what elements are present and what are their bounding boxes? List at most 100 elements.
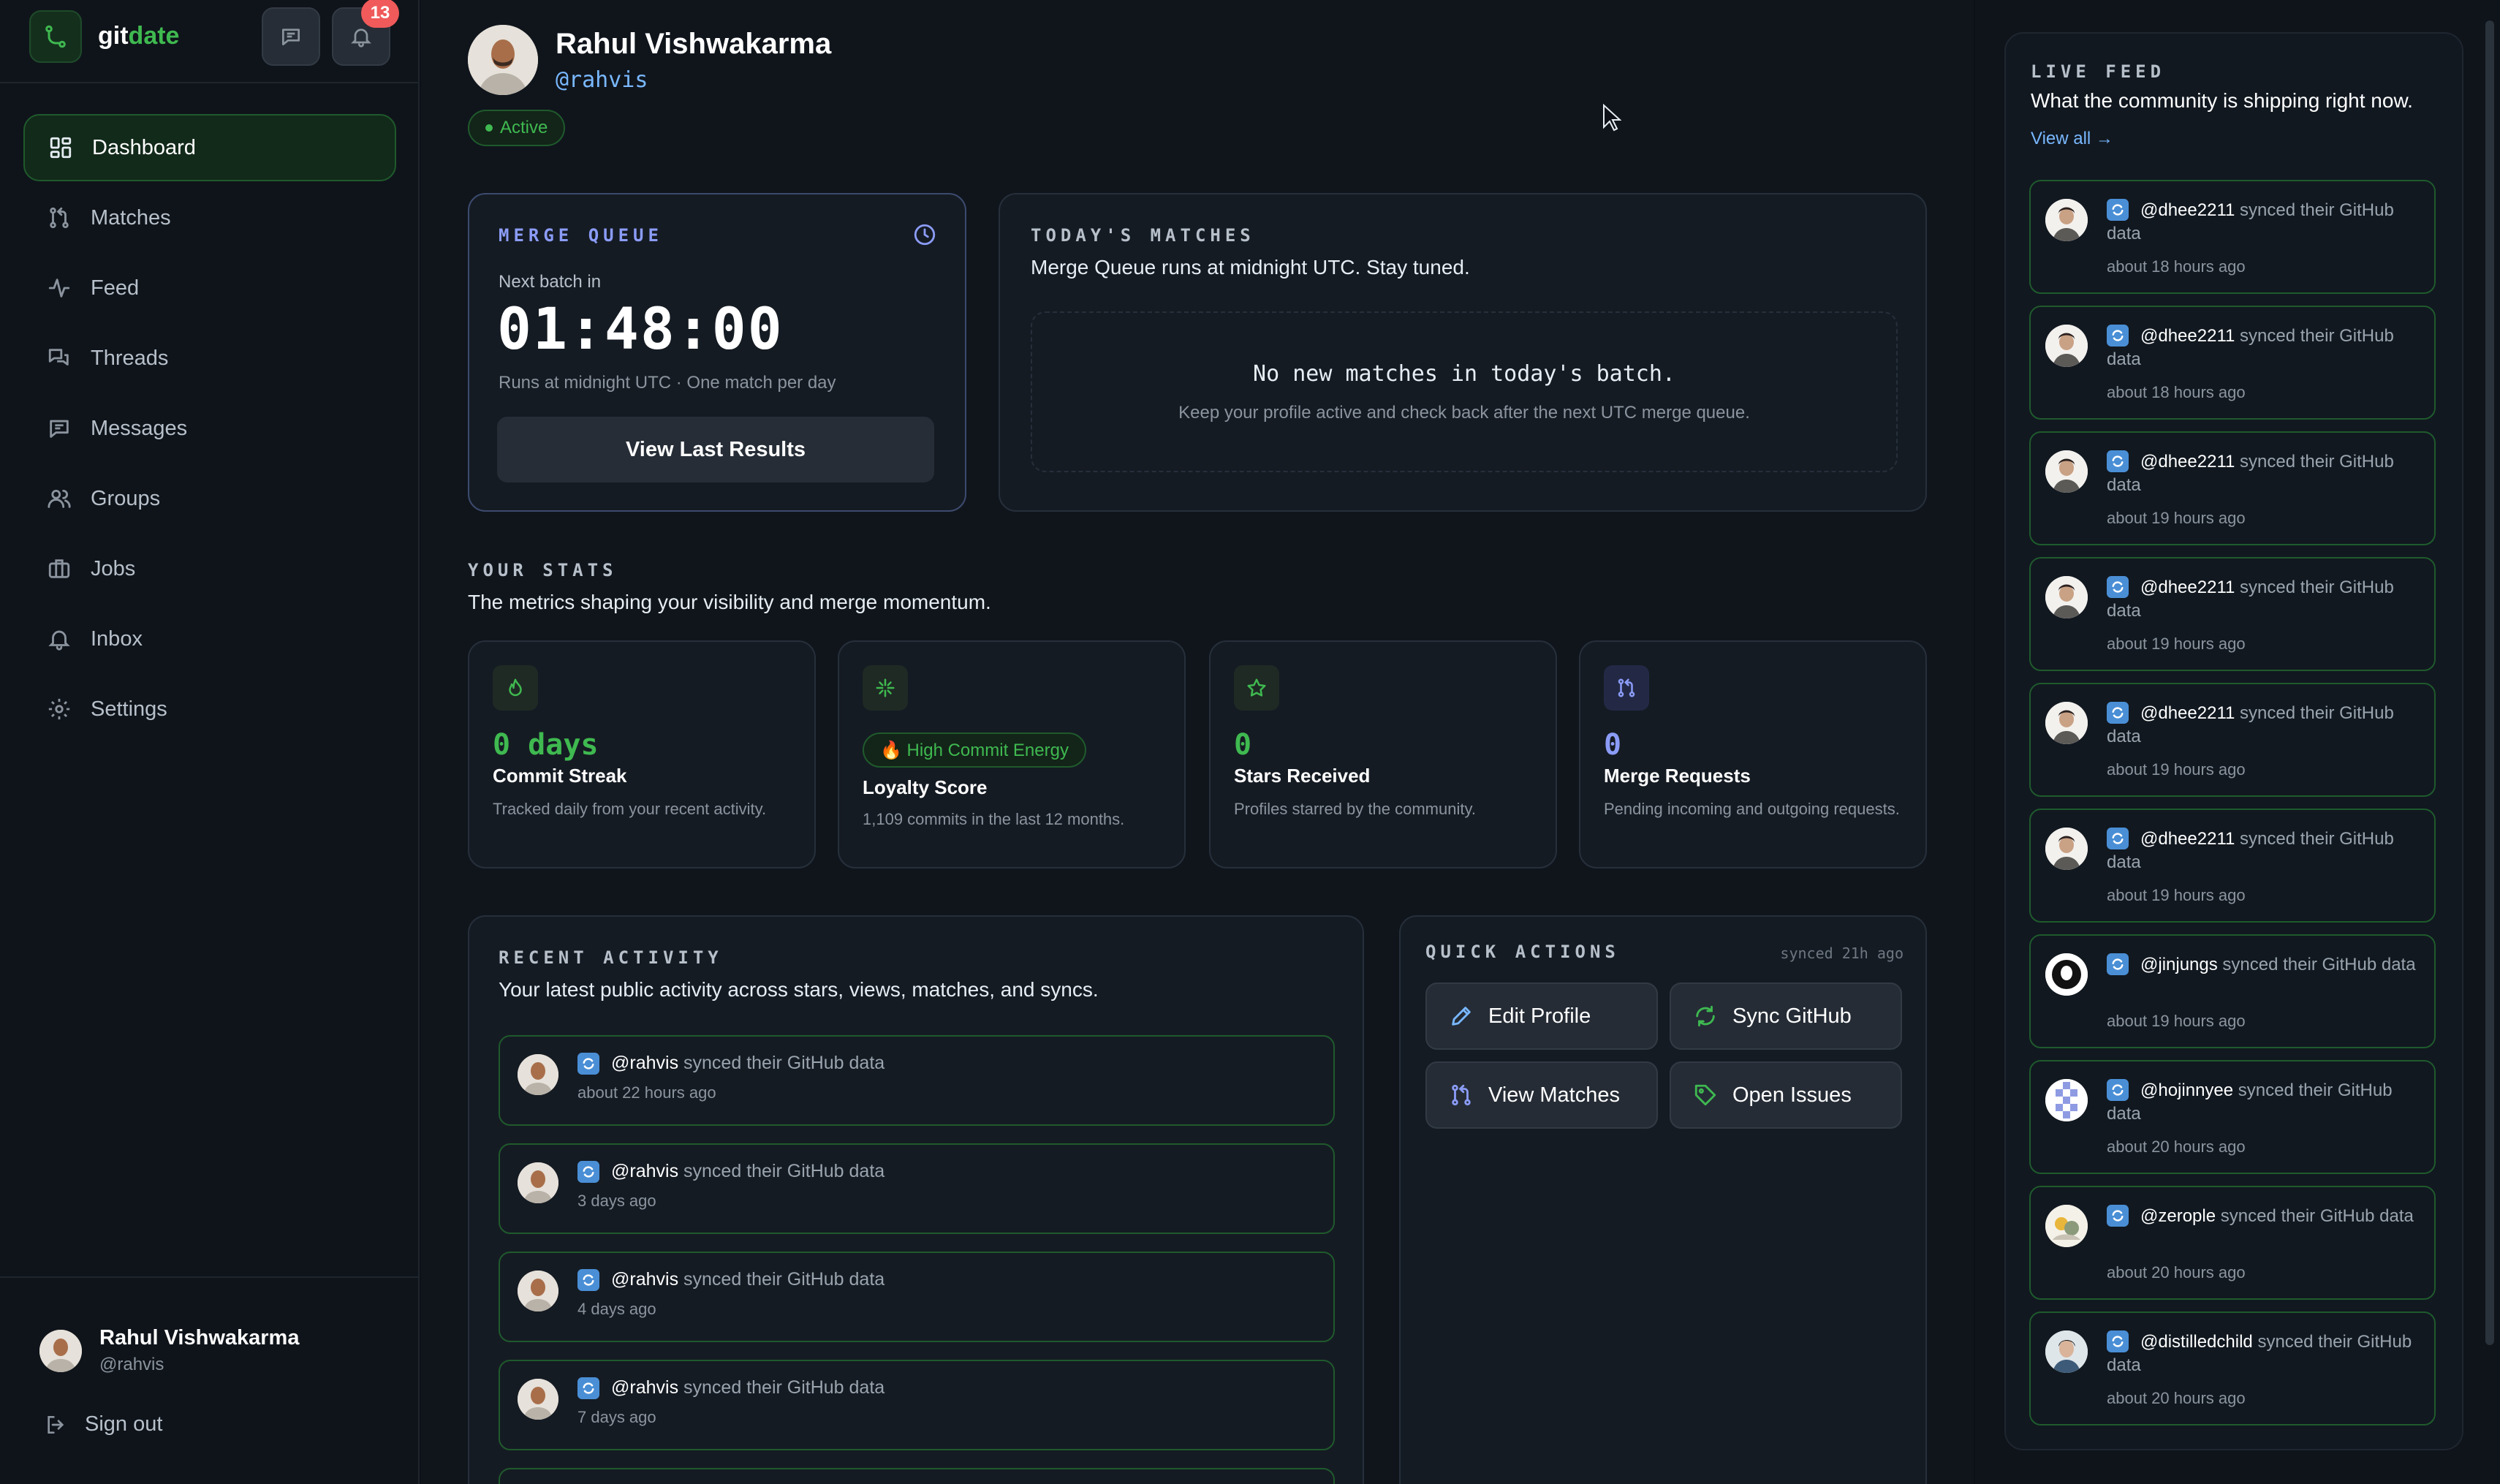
feed-action: synced their GitHub data [2220,1206,2414,1226]
logo-icon[interactable] [29,10,82,63]
avatar[interactable] [468,25,538,95]
activity-text: @rahvis synced their GitHub data [611,1269,885,1290]
feed-time: about 20 hours ago [2107,1137,2246,1156]
merge-icon [1452,1084,1471,1106]
sidebar-item-dashboard[interactable]: Dashboard [23,114,396,181]
edit-profile-button[interactable]: Edit Profile [1425,983,1658,1050]
flame-icon [493,665,538,711]
feed-item-text: @distilledchild synced their GitHub data [2107,1330,2428,1377]
stat-description: Pending incoming and outgoing requests. [1604,800,1900,818]
feed-item-text: @dhee2211 synced their GitHub data [2107,450,2428,497]
feed-user: @jinjungs [2140,955,2218,974]
sign-out-button[interactable]: Sign out [44,1412,162,1436]
empty-state: No new matches in today's batch. Keep yo… [1031,311,1898,472]
star-icon [1234,665,1279,711]
sidebar-item-feed[interactable]: Feed [23,254,396,322]
pencil-icon [1452,1007,1471,1026]
view-matches-label: View Matches [1488,1083,1620,1107]
feed-item[interactable]: @dhee2211 synced their GitHub data about… [2029,431,2436,545]
activity-time: 4 days ago [577,1300,656,1318]
feed-item[interactable]: @dhee2211 synced their GitHub data about… [2029,180,2436,294]
activity-item[interactable] [499,1468,1335,1484]
notification-count-badge: 13 [361,0,399,28]
sidebar-item-label: Groups [91,486,161,510]
notifications-button[interactable]: 13 [332,0,399,66]
view-all-link[interactable]: View all → [2031,129,2113,149]
threads-icon [48,349,69,366]
stat-title: Stars Received [1234,765,1371,787]
sidebar-item-jobs[interactable]: Jobs [23,535,396,602]
feed-user: @dhee2211 [2140,578,2235,597]
todays-matches-subtitle: Merge Queue runs at midnight UTC. Stay t… [1031,256,1470,279]
sidebar-item-threads[interactable]: Threads [23,325,396,392]
avatar [39,1329,82,1372]
sidebar: gitdate 13 Dashboard Matches Feed Thread… [0,0,420,1484]
view-last-results-button[interactable]: View Last Results [497,417,934,482]
feed-item[interactable]: @dhee2211 synced their GitHub data about… [2029,683,2436,797]
feed-item[interactable]: @dhee2211 synced their GitHub data about… [2029,557,2436,671]
feed-time: about 19 hours ago [2107,760,2246,779]
mouse-cursor-icon [1603,104,1621,132]
stat-description: Tracked daily from your recent activity. [493,800,767,818]
sidebar-item-matches[interactable]: Matches [23,184,396,251]
feed-item[interactable]: @hojinnyee synced their GitHub data abou… [2029,1060,2436,1174]
open-issues-button[interactable]: Open Issues [1670,1061,1902,1129]
sidebar-item-label: Matches [91,205,171,230]
sparkle-icon [863,665,908,711]
feed-item[interactable]: @jinjungs synced their GitHub data about… [2029,934,2436,1048]
sync-icon [577,1377,599,1399]
view-matches-button[interactable]: View Matches [1425,1061,1658,1129]
messages-button[interactable] [262,7,320,66]
activity-text: @rahvis synced their GitHub data [611,1377,885,1398]
activity-item[interactable]: @rahvis synced their GitHub data 3 days … [499,1143,1335,1234]
sync-github-button[interactable]: Sync GitHub [1670,983,1902,1050]
feed-user: @dhee2211 [2140,452,2235,472]
avatar [2045,1205,2088,1247]
sync-icon [577,1161,599,1183]
feed-item-text: @dhee2211 synced their GitHub data [2107,325,2428,371]
stats-title: YOUR STATS [468,560,618,580]
avatar [518,1054,558,1095]
avatar [518,1379,558,1420]
bell-icon [351,29,371,48]
sidebar-item-label: Threads [91,346,169,370]
brand-name[interactable]: gitdate [98,22,179,50]
merge-icon [1604,665,1649,711]
sync-icon [577,1269,599,1291]
sidebar-item-inbox[interactable]: Inbox [23,605,396,673]
countdown-timer: 01:48:00 [497,297,784,363]
activity-item[interactable]: @rahvis synced their GitHub data 4 days … [499,1252,1335,1342]
sidebar-item-messages[interactable]: Messages [23,395,396,462]
sidebar-user[interactable]: Rahul Vishwakarma @rahvis [39,1326,299,1375]
feed-item[interactable]: @dhee2211 synced their GitHub data about… [2029,306,2436,420]
high-commit-energy-badge: 🔥 High Commit Energy [863,732,1086,768]
stat-title: Commit Streak [493,765,627,787]
stat-value: 0 [1234,728,1252,762]
brand-row: gitdate 13 [0,0,418,83]
merge-queue-runs-text: Runs at midnight UTC · One match per day [499,373,836,393]
feed-item[interactable]: @zerople synced their GitHub data about … [2029,1186,2436,1300]
stat-description: 1,109 commits in the last 12 months. [863,810,1125,828]
sidebar-item-label: Inbox [91,626,143,651]
activity-user: @rahvis [611,1377,679,1398]
sidebar-item-settings[interactable]: Settings [23,675,396,743]
activity-item[interactable]: @rahvis synced their GitHub data about 2… [499,1035,1335,1126]
activity-text: @rahvis synced their GitHub data [611,1161,885,1182]
sign-out-icon [48,1415,64,1434]
activity-user: @rahvis [611,1161,679,1181]
right-rail: LIVE FEED What the community is shipping… [1975,0,2500,1484]
feed-item[interactable]: @dhee2211 synced their GitHub data about… [2029,809,2436,923]
empty-state-description: Keep your profile active and check back … [1178,403,1750,423]
sidebar-item-groups[interactable]: Groups [23,465,396,532]
feed-user: @dhee2211 [2140,829,2235,849]
dashboard-icon [50,137,72,159]
scrollbar[interactable] [2485,20,2494,1345]
briefcase-icon [48,559,70,578]
stat-description: Profiles starred by the community. [1234,800,1476,818]
feed-item[interactable]: @distilledchild synced their GitHub data… [2029,1311,2436,1426]
avatar [2045,953,2088,996]
activity-text: @rahvis synced their GitHub data [611,1053,885,1074]
stats-subtitle: The metrics shaping your visibility and … [468,591,991,613]
feed-action: synced their GitHub data [2222,955,2416,974]
activity-item[interactable]: @rahvis synced their GitHub data 7 days … [499,1360,1335,1450]
